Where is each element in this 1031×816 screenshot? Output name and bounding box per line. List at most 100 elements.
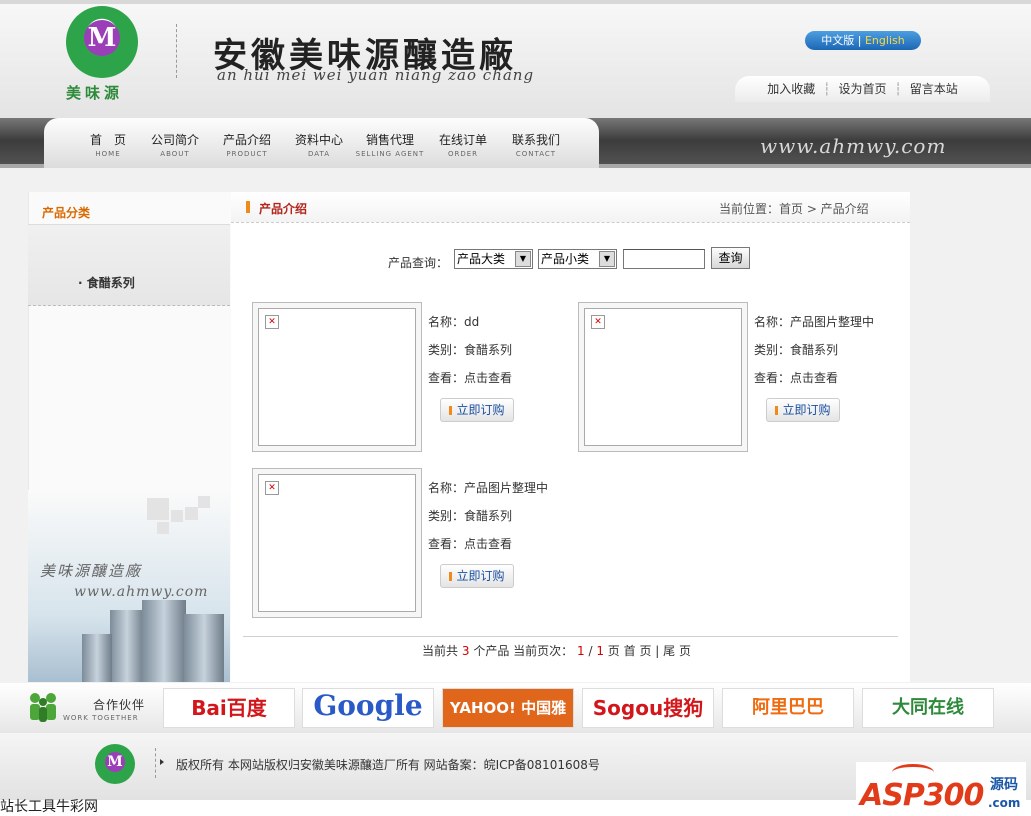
product-thumbnail[interactable]: ✕ (252, 468, 422, 618)
sidebar-item-vinegar-series[interactable]: · 食醋系列 (78, 274, 135, 291)
add-favorite-link[interactable]: 加入收藏 (759, 82, 823, 96)
breadcrumb: 当前位置：首页 > 产品介绍 (719, 202, 869, 216)
product-name: 名称：dd (428, 315, 480, 329)
nav-label-en: ABOUT (160, 150, 190, 158)
order-now-label: 立即订购 (456, 569, 505, 583)
partners-icon (30, 693, 56, 722)
guestbook-link[interactable]: 留言本站 (902, 82, 966, 96)
nav-label-en: ORDER (447, 150, 479, 158)
subcategory-select[interactable]: 产品小类 ▼ (538, 249, 617, 269)
decorative-square (185, 507, 198, 520)
nav-selling-agent[interactable]: 销售代理 SELLING AGENT (350, 131, 430, 158)
product-type: 类别：食醋系列 (428, 343, 513, 357)
button-marker (449, 572, 453, 581)
last-page-link[interactable]: 尾 页 (663, 644, 691, 658)
nav-label-en: DATA (307, 150, 331, 158)
badge-main-text: ASP300 (860, 778, 984, 813)
button-marker (449, 406, 453, 415)
pager-total-suffix: 个产品 当前页次： (473, 644, 574, 658)
lang-english-link[interactable]: English (865, 34, 905, 47)
order-now-button[interactable]: 立即订购 (766, 398, 840, 422)
badge-com-text: .com (988, 796, 1021, 810)
footer-divider (155, 748, 156, 778)
category-select[interactable]: 产品大类 ▼ (454, 249, 533, 269)
chevron-down-icon: ▼ (599, 251, 615, 267)
order-now-label: 立即订购 (782, 403, 831, 417)
asp300-badge[interactable]: ASP300 源码 .com (856, 762, 1026, 813)
nav-label: 在线订单 (438, 133, 487, 147)
nav-label: 联系我们 (511, 133, 560, 147)
partner-baidu[interactable]: Bai百度 (163, 688, 295, 728)
quick-links: 加入收藏 ┆ 设为首页 ┆ 留言本站 (735, 76, 990, 102)
lang-separator: | (857, 34, 862, 47)
chevron-down-icon: ▼ (515, 251, 531, 267)
header-divider (176, 24, 177, 78)
search-label: 产品查询： (388, 256, 449, 270)
nav-contact[interactable]: 联系我们 CONTACT (497, 131, 575, 158)
search-button[interactable]: 查询 (711, 247, 750, 269)
pager-separator: | (655, 644, 660, 658)
nav-label: 公司简介 (150, 133, 199, 147)
partner-yahoo[interactable]: YAHOO! 中国雅虎 (442, 688, 574, 755)
product-name: 名称：产品图片整理中 (428, 481, 549, 495)
badge-yuan-text: 源码 (990, 777, 1018, 793)
partner-datong[interactable]: 大同在线 (862, 688, 994, 728)
building-image (142, 600, 186, 682)
product-thumbnail[interactable]: ✕ (252, 302, 422, 452)
nav-label-en: SELLING AGENT (355, 150, 425, 158)
category-select-value: 产品大类 (457, 252, 506, 266)
watermark-text: 站长工具牛彩网 (0, 799, 98, 815)
pager-prefix: 当前共 (422, 644, 459, 658)
product-type: 类别：食醋系列 (754, 343, 839, 357)
sidebar-category-panel (28, 225, 230, 306)
pager-pages-suffix: 页 (607, 644, 620, 658)
order-now-button[interactable]: 立即订购 (440, 398, 514, 422)
nav-product[interactable]: 产品介绍 PRODUCT (208, 131, 286, 158)
footer-logo: M (95, 744, 135, 784)
partner-google[interactable]: Google (302, 688, 434, 728)
first-page-link[interactable]: 首 页 (624, 644, 652, 658)
set-homepage-link[interactable]: 设为首页 (830, 82, 894, 96)
product-name: 名称：产品图片整理中 (754, 315, 875, 329)
nav-data[interactable]: 资料中心 DATA (280, 131, 358, 158)
partner-alibaba[interactable]: 阿里巴巴 (722, 688, 854, 728)
subcategory-select-value: 产品小类 (541, 252, 590, 266)
quick-link-separator: ┆ (894, 82, 902, 96)
pager-pages: 1 (596, 644, 604, 658)
broken-image-icon: ✕ (591, 315, 605, 329)
button-marker (775, 406, 779, 415)
product-view-link[interactable]: 查看：点击查看 (428, 369, 512, 386)
nav-label: 销售代理 (365, 133, 414, 147)
arrow-right-icon (160, 759, 164, 765)
nav-label: 产品介绍 (222, 133, 271, 147)
partner-sogou[interactable]: Sogou搜狗 (582, 688, 714, 728)
company-logo[interactable]: M (66, 6, 138, 78)
language-switch: 中文版 | English (805, 31, 921, 50)
product-view-link[interactable]: 查看：点击查看 (754, 369, 838, 386)
product-view-link[interactable]: 查看：点击查看 (428, 535, 512, 552)
nav-site-url: www.ahmwy.com (760, 134, 947, 158)
broken-image-icon: ✕ (265, 315, 279, 329)
page-title: 产品介绍 (259, 202, 308, 216)
product-type: 类别：食醋系列 (428, 509, 513, 523)
partners-title: 合作伙伴 (93, 698, 146, 712)
nav-label: 资料中心 (294, 133, 343, 147)
copyright-text: 版权所有 本网站版权归安徽美味源釀造厂所有 网站备案：皖ICP备08101608… (176, 758, 600, 772)
product-thumbnail[interactable]: ✕ (578, 302, 748, 452)
nav-label-en: CONTACT (515, 150, 557, 158)
site-subtitle: an hui mei wei yuan niang zao chang (217, 66, 535, 84)
pager-current: 1 (576, 644, 585, 658)
pager-slash: / (588, 644, 593, 658)
sidebar-title: 产品分类 (42, 206, 91, 220)
nav-about[interactable]: 公司简介 ABOUT (136, 131, 214, 158)
building-image (184, 614, 224, 682)
decorative-square (157, 522, 169, 534)
decorative-square (171, 510, 183, 522)
order-now-button[interactable]: 立即订购 (440, 564, 514, 588)
nav-order[interactable]: 在线订单 ORDER (424, 131, 502, 158)
nav-label-en: PRODUCT (226, 150, 268, 158)
lang-chinese-link[interactable]: 中文版 (821, 34, 854, 47)
pager-divider (243, 636, 898, 637)
search-input[interactable] (623, 249, 705, 269)
logo-text: 美味源 (66, 84, 124, 102)
